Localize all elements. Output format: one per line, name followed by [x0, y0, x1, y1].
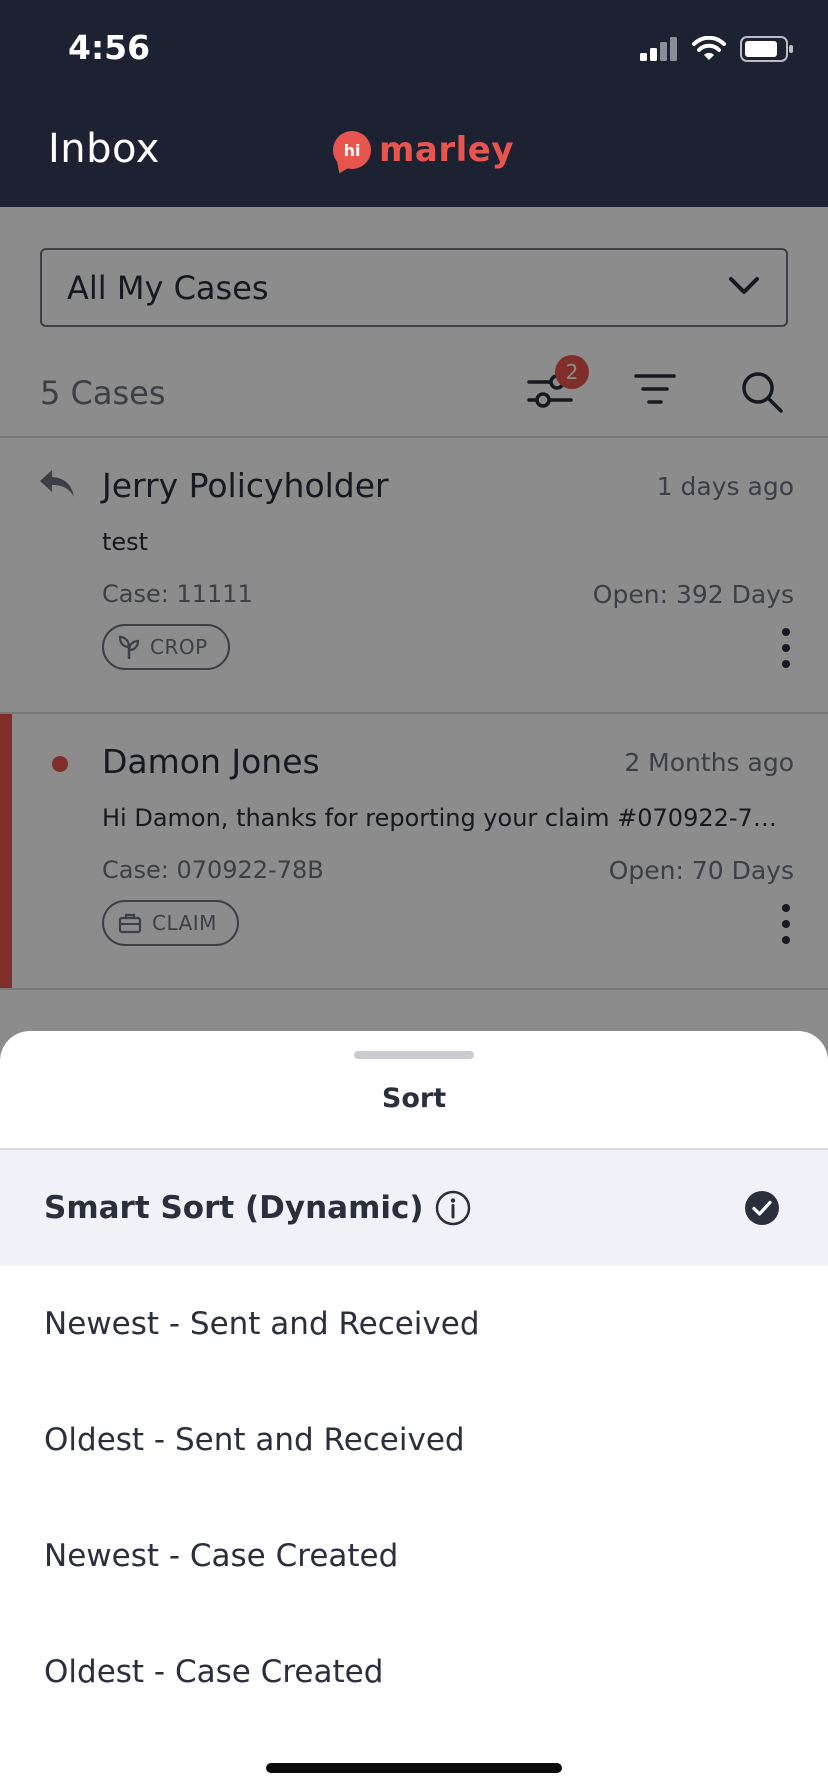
home-indicator[interactable]: [266, 1763, 562, 1773]
app-header: 4:56 Inbox hi marley: [0, 0, 828, 207]
info-icon[interactable]: [434, 1189, 472, 1227]
sort-option-label: Oldest - Sent and Received: [44, 1422, 465, 1458]
logo-wordmark: marley: [379, 130, 515, 170]
checkmark-circle-icon: [745, 1191, 779, 1225]
sort-option-smart-sort[interactable]: Smart Sort (Dynamic): [0, 1150, 828, 1266]
status-icons: [640, 36, 794, 62]
logo-mark: hi: [343, 140, 361, 160]
sort-option-newest-case-created[interactable]: Newest - Case Created: [0, 1498, 828, 1614]
page-title: Inbox: [48, 126, 160, 172]
status-time: 4:56: [68, 28, 151, 67]
sort-option-oldest-case-created[interactable]: Oldest - Case Created: [0, 1614, 828, 1730]
sort-option-label: Smart Sort (Dynamic): [44, 1190, 424, 1226]
battery-icon: [740, 36, 793, 62]
sort-option-oldest-sent-received[interactable]: Oldest - Sent and Received: [0, 1382, 828, 1498]
drag-handle[interactable]: [354, 1051, 474, 1059]
sort-option-label: Newest - Case Created: [44, 1538, 399, 1574]
sort-option-newest-sent-received[interactable]: Newest - Sent and Received: [0, 1266, 828, 1382]
sort-option-label: Oldest - Case Created: [44, 1654, 384, 1690]
sheet-title: Sort: [381, 1083, 447, 1114]
marley-logo: hi marley: [333, 130, 514, 170]
logo-bubble-icon: hi: [333, 131, 371, 169]
sort-bottom-sheet: Sort Smart Sort (Dynamic) Newest - Sent …: [0, 1031, 828, 1792]
cellular-signal-icon: [640, 37, 677, 61]
sort-option-label: Newest - Sent and Received: [44, 1306, 480, 1342]
wifi-icon: [692, 36, 726, 60]
